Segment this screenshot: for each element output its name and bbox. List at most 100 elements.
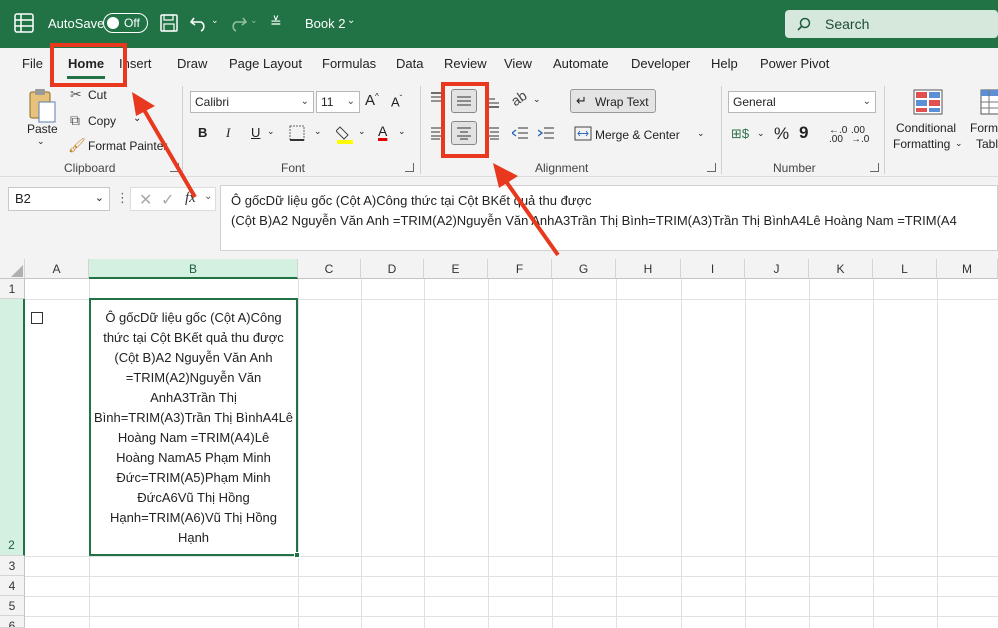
fill-handle[interactable]	[294, 552, 300, 558]
decrease-font-size-icon[interactable]: Aˇ	[391, 94, 402, 109]
customize-toolbar-icon[interactable]: ≚	[270, 14, 282, 31]
increase-indent-icon[interactable]	[538, 127, 554, 140]
underline-dropdown-icon[interactable]: ⌄	[267, 126, 275, 137]
redo-icon[interactable]	[228, 14, 248, 32]
conditional-formatting-label-1[interactable]: Conditional	[896, 121, 956, 135]
chevron-down-icon[interactable]: ⌄	[347, 15, 355, 26]
merge-center-icon[interactable]	[574, 126, 592, 141]
tab-data[interactable]: Data	[396, 56, 423, 71]
tab-automate[interactable]: Automate	[553, 56, 609, 71]
decrease-decimal-icon[interactable]: .00 →.0	[851, 126, 869, 145]
save-icon[interactable]	[160, 14, 178, 32]
format-as-table-label-1[interactable]: Form	[970, 121, 998, 135]
column-header-i[interactable]: I	[681, 259, 745, 279]
accounting-dropdown-icon[interactable]: ⌄	[757, 128, 765, 139]
decrease-indent-icon[interactable]	[512, 127, 528, 140]
underline-button[interactable]: U	[251, 125, 260, 140]
copy-icon[interactable]: ⧉	[70, 112, 80, 129]
tab-review[interactable]: Review	[444, 56, 487, 71]
redo-dropdown-icon[interactable]: ⌄	[250, 15, 258, 26]
copy-button[interactable]: Copy	[88, 114, 116, 128]
tab-draw[interactable]: Draw	[177, 56, 207, 71]
bold-button[interactable]: B	[198, 125, 207, 140]
italic-button[interactable]: I	[226, 125, 230, 141]
font-family-select[interactable]: Calibri ⌄	[190, 91, 314, 113]
paste-dropdown-icon[interactable]: ⌄	[37, 136, 45, 147]
name-box[interactable]: B2 ⌄	[8, 187, 110, 211]
paste-label[interactable]: Paste	[27, 122, 58, 136]
conditional-formatting-icon[interactable]	[913, 89, 943, 115]
column-header-l[interactable]: L	[873, 259, 937, 279]
fill-color-dropdown-icon[interactable]: ⌄	[358, 126, 366, 137]
paste-icon[interactable]	[27, 88, 57, 124]
percent-icon[interactable]: %	[774, 124, 789, 144]
column-header-k[interactable]: K	[809, 259, 873, 279]
comma-style-icon[interactable]: 9	[799, 123, 808, 143]
conditional-formatting-dropdown-icon[interactable]: ⌄	[955, 138, 963, 149]
more-options-icon[interactable]: ⋮	[116, 190, 129, 206]
tab-help[interactable]: Help	[711, 56, 738, 71]
row-header-4[interactable]: 4	[0, 576, 25, 596]
accounting-format-icon[interactable]: ⊞$	[731, 126, 749, 142]
wrap-text-button[interactable]: ↵ Wrap Text	[570, 89, 656, 113]
font-color-dropdown-icon[interactable]: ⌄	[398, 126, 406, 137]
conditional-formatting-label-2[interactable]: Formatting	[893, 137, 950, 151]
format-as-table-label-2[interactable]: Tabl	[976, 137, 998, 151]
row-header-5[interactable]: 5	[0, 596, 25, 616]
copy-dropdown-icon[interactable]: ⌄	[133, 113, 141, 124]
tab-formulas[interactable]: Formulas	[322, 56, 376, 71]
column-header-j[interactable]: J	[745, 259, 809, 279]
orientation-dropdown-icon[interactable]: ⌄	[533, 94, 541, 105]
tab-file[interactable]: File	[22, 56, 43, 71]
undo-icon[interactable]	[189, 14, 209, 32]
column-header-d[interactable]: D	[361, 259, 424, 279]
confirm-icon[interactable]: ✓	[161, 190, 174, 210]
cancel-icon[interactable]: ✕	[139, 190, 152, 210]
fill-color-icon[interactable]	[336, 124, 354, 144]
orientation-icon[interactable]: ab	[508, 87, 530, 109]
increase-decimal-icon[interactable]: ←.0.00	[829, 126, 847, 145]
merge-center-button[interactable]: Merge & Center	[595, 128, 680, 142]
workbook-name[interactable]: Book 2	[305, 16, 345, 31]
autosave-toggle[interactable]: Off	[103, 13, 148, 33]
row-header-3[interactable]: 3	[0, 556, 25, 576]
tab-developer[interactable]: Developer	[631, 56, 690, 71]
alignment-launcher-icon[interactable]	[707, 163, 716, 172]
column-header-e[interactable]: E	[424, 259, 488, 279]
active-cell-b2[interactable]: Ô gốcDữ liệu gốc (Cột A)Công thức tại Cộ…	[89, 298, 298, 556]
borders-dropdown-icon[interactable]: ⌄	[314, 126, 322, 137]
row-header-2[interactable]: 2	[0, 299, 25, 556]
checkbox-a2[interactable]	[31, 312, 43, 324]
column-header-g[interactable]: G	[552, 259, 616, 279]
merge-dropdown-icon[interactable]: ⌄	[697, 128, 705, 139]
tab-power-pivot[interactable]: Power Pivot	[760, 56, 829, 71]
format-painter-icon[interactable]: 🖌	[68, 137, 86, 154]
column-header-f[interactable]: F	[488, 259, 552, 279]
undo-dropdown-icon[interactable]: ⌄	[211, 15, 219, 26]
row-header-1[interactable]: 1	[0, 279, 25, 299]
column-header-c[interactable]: C	[298, 259, 361, 279]
column-header-b[interactable]: B	[89, 259, 298, 279]
row-header-6[interactable]: 6	[0, 616, 25, 628]
format-painter-button[interactable]: Format Painter	[88, 139, 167, 153]
font-color-icon[interactable]: A	[378, 123, 387, 139]
cut-icon[interactable]: ✂	[70, 86, 82, 103]
search-box[interactable]: Search	[785, 10, 998, 38]
formula-input[interactable]: Ô gốcDữ liệu gốc (Cột A)Công thức tại Cộ…	[220, 185, 998, 251]
column-header-m[interactable]: M	[937, 259, 998, 279]
column-header-h[interactable]: H	[616, 259, 681, 279]
font-launcher-icon[interactable]	[405, 163, 414, 172]
clipboard-launcher-icon[interactable]	[170, 163, 179, 172]
increase-font-size-icon[interactable]: A^	[365, 92, 379, 109]
tab-page-layout[interactable]: Page Layout	[229, 56, 302, 71]
number-format-select[interactable]: General ⌄	[728, 91, 876, 113]
font-size-select[interactable]: 11 ⌄	[316, 91, 360, 113]
format-as-table-icon[interactable]	[980, 89, 998, 115]
select-all-button[interactable]	[0, 259, 25, 279]
borders-icon[interactable]	[289, 125, 307, 141]
cut-button[interactable]: Cut	[88, 88, 107, 102]
number-launcher-icon[interactable]	[870, 163, 879, 172]
tab-view[interactable]: View	[504, 56, 532, 71]
insert-function-icon[interactable]: fx	[185, 190, 196, 207]
column-header-a[interactable]: A	[25, 259, 89, 279]
